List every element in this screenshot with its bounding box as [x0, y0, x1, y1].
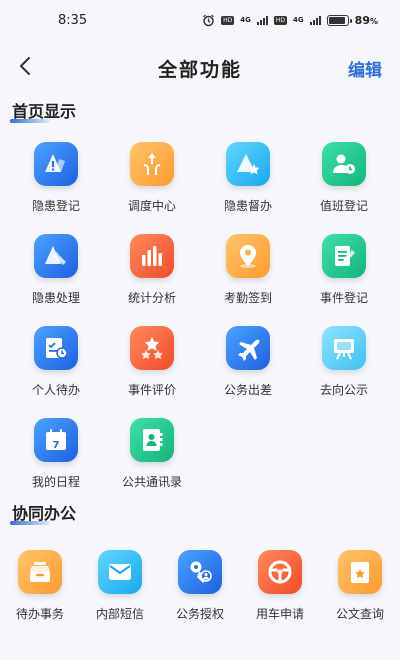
hd-badge: HD [221, 15, 235, 25]
signal-icon [256, 15, 268, 25]
svg-text:7: 7 [53, 440, 60, 451]
function-label: 隐患处理 [31, 291, 80, 305]
function-item[interactable]: 事件评价 [104, 320, 200, 404]
function-label: 公务出差 [223, 383, 272, 397]
section-title: 首页显示 [0, 98, 400, 126]
whereabouts-icon [322, 326, 366, 370]
network-label-1: 4G [240, 16, 251, 24]
dispatch-center-icon [130, 142, 174, 186]
function-label: 事件评价 [127, 383, 176, 397]
status-bar: 8:35 HD 4G HD 4G 89% [0, 0, 400, 40]
event-register-icon [322, 234, 366, 278]
function-item[interactable]: 用车申请 [240, 544, 320, 632]
function-item[interactable]: 内部短信 [80, 544, 160, 632]
function-label: 内部短信 [95, 607, 144, 621]
back-button[interactable] [14, 54, 38, 78]
section-title-text: 首页显示 [12, 102, 77, 121]
function-item[interactable]: 个人待办 [8, 320, 104, 404]
hazard-handle-icon [34, 234, 78, 278]
function-label: 去向公示 [319, 383, 368, 397]
statistics-icon [130, 234, 174, 278]
nav-bar: 全部功能 编辑 [0, 40, 400, 96]
internal-sms-icon [98, 550, 142, 594]
hd-badge-2: HD [273, 15, 288, 25]
signal-icon-2 [309, 15, 321, 25]
function-label: 公文查询 [335, 607, 384, 621]
contacts-icon [130, 418, 174, 462]
function-item[interactable]: 隐患处理 [8, 228, 104, 312]
function-item[interactable]: 隐患督办 [200, 136, 296, 220]
attendance-icon [226, 234, 270, 278]
network-label-2: 4G [293, 16, 304, 24]
duty-register-icon [322, 142, 366, 186]
function-label: 公务授权 [175, 607, 224, 621]
sections: 首页显示隐患登记 调度中心 隐患督办 值班登记隐患处理 统计分析 考勤签到 事件登记个人待办… [0, 98, 400, 632]
document-query-icon [338, 550, 382, 594]
function-item[interactable]: 事件登记 [296, 228, 392, 312]
function-item[interactable]: 统计分析 [104, 228, 200, 312]
hazard-supervise-icon [226, 142, 270, 186]
function-label: 值班登记 [319, 199, 368, 213]
function-label: 隐患登记 [31, 199, 80, 213]
function-item[interactable]: 待办事务 [0, 544, 80, 632]
function-item[interactable]: 去向公示 [296, 320, 392, 404]
function-item[interactable]: 值班登记 [296, 136, 392, 220]
clock: 8:35 [58, 12, 88, 28]
function-item[interactable]: 调度中心 [104, 136, 200, 220]
status-icons: HD 4G HD 4G 89% [202, 14, 378, 27]
function-item[interactable]: 公务出差 [200, 320, 296, 404]
function-item[interactable]: 考勤签到 [200, 228, 296, 312]
function-item[interactable]: 公共通讯录 [104, 412, 200, 496]
personal-todo-icon [34, 326, 78, 370]
page-title: 全部功能 [157, 58, 242, 81]
function-item[interactable]: 隐患登记 [8, 136, 104, 220]
function-label: 待办事务 [15, 607, 64, 621]
vehicle-request-icon [258, 550, 302, 594]
function-item[interactable]: 7 我的日程 [8, 412, 104, 496]
section-title-text: 协同办公 [12, 504, 77, 523]
function-label: 用车申请 [255, 607, 304, 621]
edit-button[interactable]: 编辑 [348, 56, 382, 81]
event-rating-icon [130, 326, 174, 370]
function-label: 隐患督办 [223, 199, 272, 213]
function-label: 公共通讯录 [121, 475, 182, 489]
pending-tasks-icon [18, 550, 62, 594]
battery-level: 89% [354, 13, 378, 27]
function-label: 考勤签到 [223, 291, 272, 305]
calendar-icon: 7 [34, 418, 78, 462]
business-trip-icon [226, 326, 270, 370]
hazard-register-icon [34, 142, 78, 186]
function-label: 统计分析 [127, 291, 176, 305]
function-label: 事件登记 [319, 291, 368, 305]
function-label: 调度中心 [127, 199, 176, 213]
collab-office-grid: 待办事务 内部短信 公务授权 用车申请 公文查询 [0, 544, 400, 632]
home-display-grid: 隐患登记 调度中心 隐患督办 值班登记隐患处理 统计分析 考勤签到 事件登记个人待办 事件评价… [0, 136, 400, 496]
function-label: 我的日程 [31, 475, 80, 489]
section-title: 协同办公 [0, 500, 400, 528]
authorization-icon [178, 550, 222, 594]
function-item[interactable]: 公文查询 [320, 544, 400, 632]
battery-icon [326, 14, 352, 26]
alarm-icon [202, 14, 215, 27]
function-item[interactable]: 公务授权 [160, 544, 240, 632]
function-label: 个人待办 [31, 383, 80, 397]
chevron-left-icon [20, 57, 30, 75]
